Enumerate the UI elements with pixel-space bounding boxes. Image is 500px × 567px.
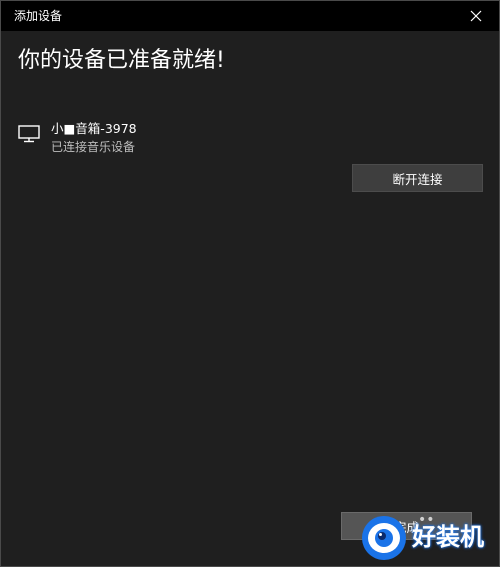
device-status: 已连接音乐设备 [51, 140, 136, 154]
device-list-item: 小■音箱-3978 已连接音乐设备 [18, 119, 318, 159]
window-title: 添加设备 [14, 9, 63, 23]
device-name: 小■音箱-3978 [51, 121, 137, 136]
monitor-icon [18, 125, 40, 143]
done-button[interactable]: 完成 [341, 512, 472, 540]
close-icon [470, 7, 482, 26]
title-bar: 添加设备 [1, 1, 499, 31]
page-title: 你的设备已准备就绪! [18, 48, 225, 73]
disconnect-button[interactable]: 断开连接 [352, 164, 483, 192]
add-device-dialog: 添加设备 你的设备已准备就绪! 小■音箱-3978 已连接音乐设备 断开连接 完… [0, 0, 500, 567]
close-button[interactable] [453, 1, 499, 31]
